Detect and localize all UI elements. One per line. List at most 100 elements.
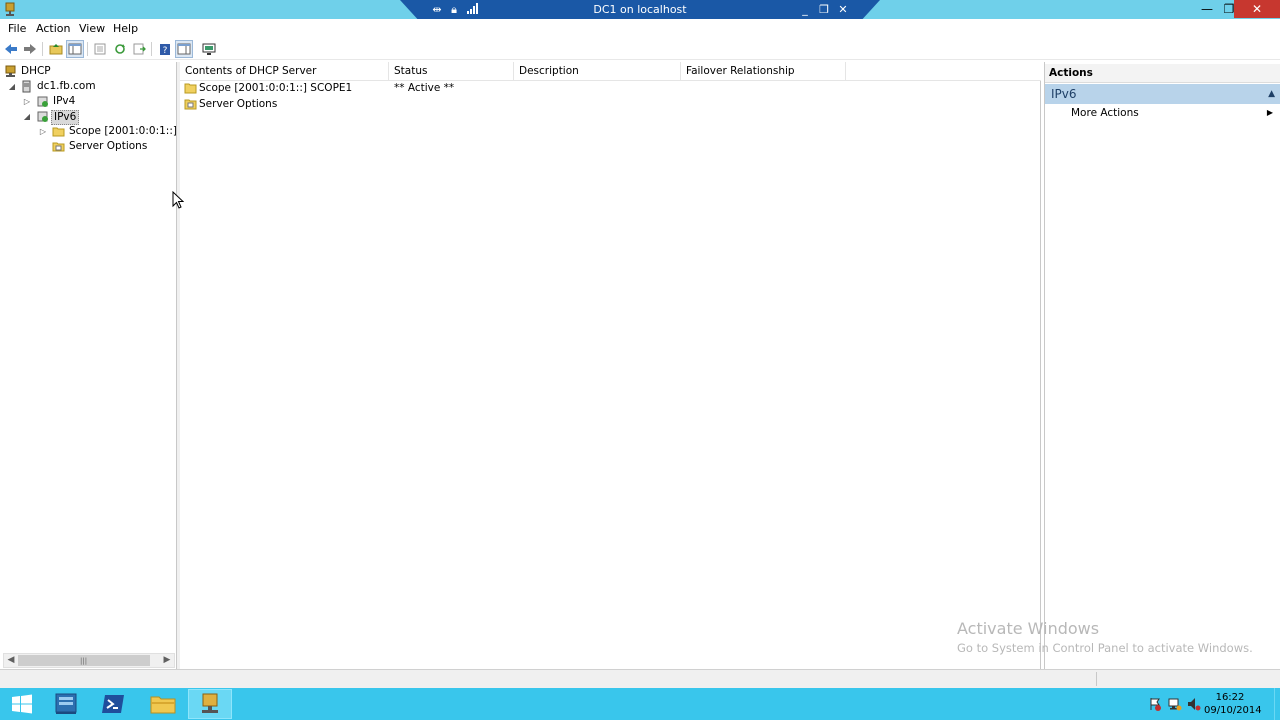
- svg-text:?: ?: [163, 46, 168, 56]
- menu-view[interactable]: View: [79, 22, 105, 35]
- server-manager-icon: [55, 693, 77, 714]
- up-folder-button[interactable]: [47, 40, 65, 58]
- submenu-arrow-icon: ▶: [1266, 108, 1273, 117]
- action-pane-icon: [177, 43, 191, 55]
- refresh-icon: [115, 44, 125, 54]
- volume-icon[interactable]: [1187, 697, 1201, 711]
- dhcp-icon: [5, 65, 16, 77]
- server-options-icon: [52, 142, 65, 152]
- console-tree: DHCP ◢ dc1.fb.com ▷ IPv4 ◢ IPv6 ▷ Scope …: [0, 62, 177, 669]
- folder-icon: [52, 127, 65, 137]
- help-button[interactable]: ?: [156, 40, 174, 58]
- taskbar-powershell[interactable]: [91, 689, 135, 719]
- menu-help[interactable]: Help: [113, 22, 138, 35]
- list-item[interactable]: Server Options: [180, 96, 1041, 112]
- back-arrow-icon: [5, 44, 17, 54]
- monitor-icon: [202, 43, 216, 55]
- tree-node-ipv4[interactable]: ▷ IPv4: [0, 94, 176, 109]
- forward-arrow-icon: [24, 44, 36, 54]
- menu-bar: File Action View Help: [0, 19, 1280, 38]
- show-hide-console-tree-button[interactable]: [66, 40, 84, 58]
- tree-label-scope: Scope [2001:0:0:1::] SCO: [69, 125, 177, 137]
- expand-arrow-icon[interactable]: ▷: [22, 94, 32, 109]
- expand-arrow-icon[interactable]: ▷: [38, 124, 48, 139]
- folder-up-icon: [49, 44, 63, 55]
- taskbar-clock[interactable]: 16:22 09/10/2014: [1204, 691, 1262, 717]
- rdp-restore-button[interactable]: ❐: [817, 3, 831, 16]
- tree-node-server-options[interactable]: Server Options: [0, 139, 176, 154]
- column-header-failover[interactable]: Failover Relationship: [681, 62, 846, 81]
- start-button[interactable]: [0, 689, 44, 719]
- results-list: Contents of DHCP Server Status Descripti…: [180, 62, 1041, 669]
- rdp-minimize-button[interactable]: _: [798, 3, 812, 16]
- refresh-button[interactable]: [111, 40, 129, 58]
- scroll-right-arrow-icon[interactable]: ▶: [160, 654, 174, 667]
- taskbar: 16:22 09/10/2014: [0, 688, 1280, 720]
- tree-label-server-options: Server Options: [69, 140, 148, 152]
- tree-node-server[interactable]: ◢ dc1.fb.com: [0, 79, 176, 94]
- show-desktop-button[interactable]: [1274, 688, 1280, 720]
- tree-label-ipv6: IPv6: [51, 110, 80, 125]
- column-header-description[interactable]: Description: [514, 62, 681, 81]
- list-header: Contents of DHCP Server Status Descripti…: [180, 62, 1041, 81]
- file-explorer-icon: [150, 696, 176, 714]
- taskbar-dhcp[interactable]: [188, 689, 232, 719]
- actions-section-label: IPv6: [1051, 87, 1077, 101]
- list-cell-status: ** Active **: [394, 82, 455, 94]
- tree-label-ipv4: IPv4: [53, 95, 76, 107]
- minimize-button[interactable]: —: [1196, 0, 1218, 18]
- close-button[interactable]: ✕: [1234, 0, 1280, 18]
- properties-button[interactable]: [91, 40, 109, 58]
- ipv4-icon: [37, 96, 48, 107]
- toolbar: ?: [0, 38, 1280, 60]
- rdp-close-button[interactable]: ✕: [836, 3, 850, 16]
- dhcp-app-icon: [5, 2, 15, 16]
- status-bar: [0, 669, 1280, 688]
- help-book-icon: ?: [160, 43, 170, 56]
- scrollbar-thumb[interactable]: |||: [18, 655, 150, 666]
- collapse-arrow-icon[interactable]: ◢: [22, 109, 32, 124]
- actions-title: Actions: [1045, 64, 1280, 83]
- show-hide-action-pane-button[interactable]: [175, 40, 193, 58]
- tree-horizontal-scrollbar[interactable]: ◀ ||| ▶: [3, 653, 175, 668]
- taskbar-server-manager[interactable]: [44, 689, 88, 719]
- tree-label-dhcp: DHCP: [21, 65, 51, 77]
- action-center-flag-icon[interactable]: [1148, 697, 1162, 711]
- collapse-caret-icon[interactable]: ▲: [1268, 84, 1275, 104]
- tree-node-ipv6[interactable]: ◢ IPv6: [0, 109, 176, 125]
- back-button[interactable]: [2, 40, 20, 58]
- export-list-button[interactable]: [130, 40, 148, 58]
- column-header-status[interactable]: Status: [389, 62, 514, 81]
- folder-icon: [184, 83, 197, 94]
- taskbar-file-explorer[interactable]: [141, 689, 185, 719]
- tree-label-server: dc1.fb.com: [37, 80, 96, 92]
- ipv6-icon: [37, 111, 48, 122]
- menu-file[interactable]: File: [8, 22, 26, 35]
- powershell-icon: [102, 695, 124, 713]
- properties-icon: [94, 43, 106, 55]
- tree-node-dhcp[interactable]: DHCP: [0, 64, 176, 79]
- clock-time: 16:22: [1215, 692, 1245, 703]
- forward-button[interactable]: [21, 40, 39, 58]
- display-statistics-button[interactable]: [200, 40, 218, 58]
- activation-watermark-title: Activate Windows: [957, 619, 1100, 638]
- scroll-left-arrow-icon[interactable]: ◀: [4, 654, 18, 667]
- network-icon[interactable]: [1168, 697, 1182, 711]
- activation-watermark-text: Go to System in Control Panel to activat…: [957, 641, 1253, 655]
- server-icon: [22, 80, 31, 93]
- column-header-contents[interactable]: Contents of DHCP Server: [180, 62, 389, 81]
- actions-section-ipv6[interactable]: IPv6 ▲: [1045, 84, 1280, 104]
- list-item[interactable]: Scope [2001:0:0:1::] SCOPE1 ** Active **: [180, 80, 1041, 96]
- clock-date: 09/10/2014: [1204, 705, 1262, 716]
- mouse-cursor-icon: [172, 191, 184, 209]
- more-actions-label: More Actions: [1071, 107, 1139, 119]
- collapse-arrow-icon[interactable]: ◢: [7, 79, 17, 94]
- windows-logo-icon: [12, 694, 32, 714]
- more-actions-item[interactable]: More Actions ▶: [1045, 104, 1280, 122]
- list-cell-name: Server Options: [199, 98, 278, 110]
- remote-desktop-connection-bar: ⇹ 🔒︎ DC1 on localhost _ ❐ ✕: [400, 0, 880, 21]
- tree-node-scope[interactable]: ▷ Scope [2001:0:0:1::] SCO: [0, 124, 177, 139]
- menu-action[interactable]: Action: [36, 22, 70, 35]
- export-list-icon: [133, 43, 146, 55]
- server-options-icon: [184, 99, 197, 110]
